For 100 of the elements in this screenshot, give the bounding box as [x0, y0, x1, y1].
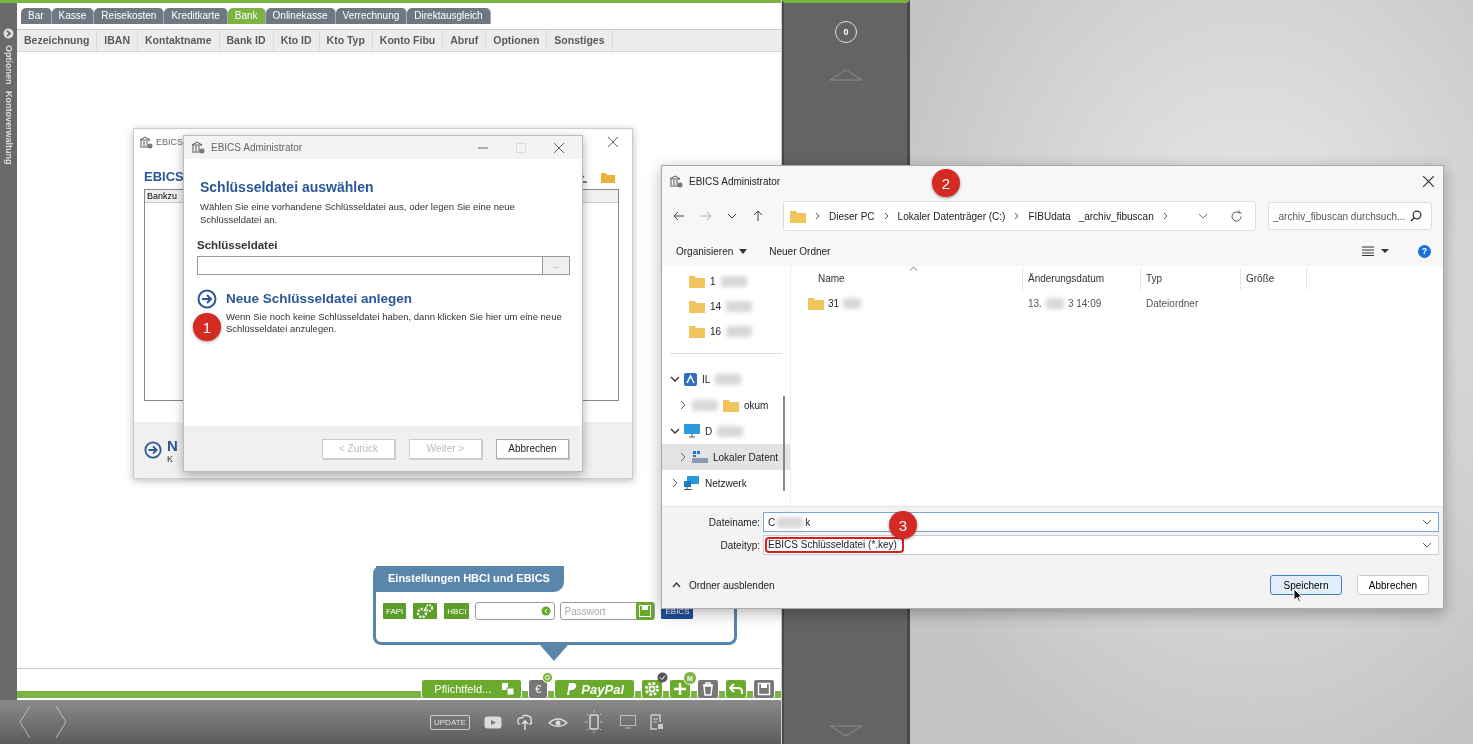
update-button[interactable]: UPDATE	[430, 714, 470, 730]
delete-button[interactable]	[697, 679, 719, 699]
hide-folders-toggle[interactable]: Ordner ausblenden	[672, 579, 775, 591]
monitor-icon[interactable]	[619, 715, 636, 729]
expand-toggle-icon[interactable]	[678, 452, 688, 462]
settings-button[interactable]	[412, 602, 439, 620]
column-header[interactable]: Änderungsdatum	[1023, 268, 1141, 290]
window-title: EBICS	[156, 137, 183, 147]
arrow-circle-icon[interactable]	[144, 441, 162, 459]
tab[interactable]: Verrechnung	[335, 8, 408, 24]
breadcrumb-item[interactable]: _archiv_fibuscan	[1078, 210, 1154, 222]
tab[interactable]: Direktausgleich	[407, 8, 491, 24]
expand-icon[interactable]	[3, 28, 14, 39]
dialog-button[interactable]: Abbrechen	[1357, 575, 1429, 595]
previous-icon[interactable]	[18, 705, 32, 739]
dialog-button[interactable]: Abbrechen	[496, 438, 569, 459]
add-button[interactable]	[669, 679, 691, 699]
tab[interactable]: Kreditkarte	[164, 8, 228, 24]
field-label: Dateityp:	[719, 539, 760, 551]
instruction-text: Wählen Sie eine vorhandene Schlüsseldatei aus, oder legen Sie eine neue Schlüsseldatei an.	[199, 201, 516, 227]
help-button[interactable]: ?	[1418, 244, 1431, 258]
recent-icon[interactable]	[727, 211, 737, 221]
column-header[interactable]: Kto ID	[273, 30, 320, 51]
nav-item[interactable]: IL	[684, 367, 790, 391]
close-icon[interactable]	[1423, 175, 1434, 187]
cloud-upload-icon[interactable]	[515, 713, 534, 731]
folder-icon	[790, 209, 806, 223]
close-icon[interactable]	[554, 142, 564, 153]
nav-item[interactable]: 1	[662, 270, 790, 293]
link[interactable]: N	[167, 436, 178, 454]
file-type-dropdown[interactable]: EBICS Schlüsseldatei (*.key)	[763, 535, 1439, 555]
check-badge-icon	[657, 672, 668, 683]
breadcrumb-item[interactable]: Lokaler Datenträger (C:)	[897, 210, 1006, 222]
nav-item[interactable]: Netzwerk	[684, 471, 790, 495]
dropdown-icon[interactable]	[1422, 519, 1432, 525]
euro-button[interactable]: €	[528, 679, 549, 699]
breadcrumb-item[interactable]: FIBUdata	[1028, 210, 1071, 222]
window-title: EBICS Administrator	[211, 142, 303, 153]
chevron-icon[interactable]	[1161, 212, 1169, 220]
tab[interactable]: Bar	[21, 8, 52, 24]
gear-icon	[644, 681, 660, 697]
dropdown-icon[interactable]	[1422, 542, 1432, 548]
nav-item[interactable]: 14	[662, 295, 790, 318]
cloud-drive-icon	[684, 372, 697, 386]
column-header[interactable]: Typ	[1141, 268, 1241, 290]
column-header[interactable]: Name	[791, 268, 1023, 290]
new-folder-button[interactable]: Neuer Ordner	[769, 245, 831, 257]
chevron-icon[interactable]	[1013, 212, 1021, 220]
dropdown-icon[interactable]	[1198, 212, 1208, 220]
column-header[interactable]: Kontaktname	[138, 30, 220, 51]
column-header[interactable]: Sonstiges	[547, 30, 613, 51]
column-header[interactable]: Größe	[1241, 268, 1307, 290]
save-icon[interactable]	[636, 602, 655, 620]
settings-button[interactable]	[641, 679, 663, 699]
close-icon[interactable]	[608, 137, 618, 147]
back-icon[interactable]	[673, 210, 685, 222]
view-menu-icon[interactable]	[1362, 246, 1390, 256]
option-button[interactable]: HBCI	[443, 602, 471, 620]
expand-toggle-icon[interactable]	[678, 400, 688, 410]
option-button[interactable]: FAPI	[382, 602, 408, 620]
organize-menu[interactable]: Organisieren	[676, 245, 748, 257]
next-icon[interactable]	[54, 705, 68, 739]
document-icon[interactable]	[649, 714, 664, 730]
chevron-icon[interactable]	[882, 212, 890, 220]
chevron-icon[interactable]	[814, 212, 821, 220]
search-field[interactable]: _archiv_fibuscan durchsuch...	[1268, 202, 1432, 230]
arrow-circle-icon[interactable]	[197, 288, 217, 309]
gears-icon	[416, 603, 435, 619]
tab[interactable]: Kasse	[51, 8, 95, 24]
expand-toggle-icon[interactable]	[670, 426, 680, 436]
side-tab[interactable]: Kontoverwaltung	[3, 90, 14, 164]
side-tab[interactable]: Optionen	[3, 45, 14, 85]
text-field[interactable]	[475, 602, 556, 620]
dialog-button[interactable]: Speichern	[1270, 575, 1342, 595]
expand-toggle-icon[interactable]	[670, 478, 680, 488]
column-header[interactable]: Abruf	[443, 30, 487, 51]
column-header[interactable]: Konto Fibu	[372, 30, 444, 51]
key-file-field[interactable]	[197, 255, 543, 275]
eye-icon[interactable]	[547, 715, 568, 729]
nav-item[interactable]: D	[684, 419, 790, 443]
tab[interactable]: Reisekosten	[94, 8, 165, 24]
refresh-icon[interactable]	[1230, 209, 1243, 223]
table-cell: 3 14:09	[1067, 297, 1102, 309]
tab[interactable]: Onlinekasse	[265, 8, 336, 24]
window-title: EBICS Administrator	[689, 175, 781, 187]
column-header[interactable]: IBAN	[97, 30, 138, 51]
file-name[interactable]: 31	[791, 296, 1023, 310]
undo-button[interactable]	[725, 679, 747, 699]
video-icon[interactable]	[483, 715, 502, 729]
nav-item[interactable]: 16	[662, 320, 790, 343]
column-header[interactable]: Bezeichnung	[17, 30, 98, 51]
breadcrumb-item[interactable]: Dieser PC	[829, 210, 875, 222]
save-button[interactable]	[753, 679, 775, 699]
column-header[interactable]: Bank ID	[219, 30, 274, 51]
up-icon[interactable]	[752, 210, 764, 222]
column-header[interactable]: Kto Typ	[319, 30, 373, 51]
nav-item[interactable]: okum	[692, 393, 790, 417]
column-header[interactable]: Optionen	[486, 30, 548, 51]
create-key-file-link[interactable]: Neue Schlüsseldatei anlegen	[226, 291, 413, 307]
expand-toggle-icon[interactable]	[670, 374, 680, 384]
